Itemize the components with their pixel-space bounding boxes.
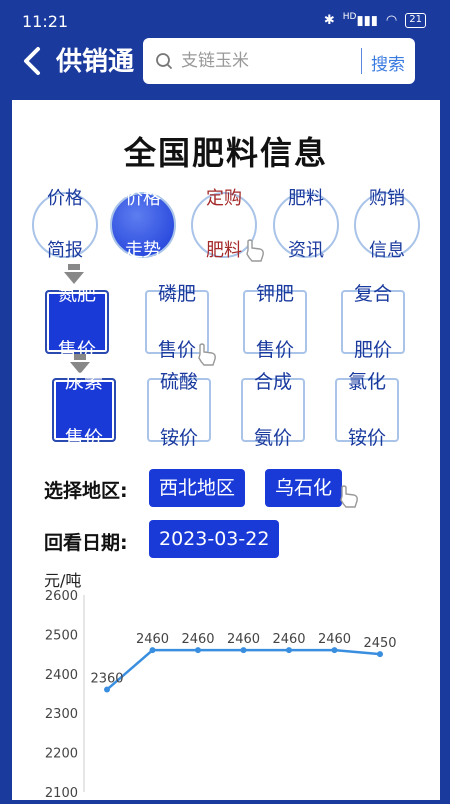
- y-axis-title: 元/吨: [44, 571, 82, 590]
- tab-line1: 价格: [125, 188, 161, 209]
- category-line2: 售价: [255, 339, 294, 361]
- category-line1: 氮肥: [57, 283, 96, 305]
- category-line2: 售价: [64, 427, 103, 449]
- data-label: 2460: [181, 632, 214, 647]
- category-line1: 磷肥: [157, 283, 196, 305]
- tab-line2: 肥料: [206, 240, 242, 261]
- search-button[interactable]: 搜索: [371, 50, 405, 75]
- category-line2: 铵价: [159, 427, 198, 449]
- category-compound[interactable]: 复合 肥价: [341, 283, 405, 361]
- y-tick-label: 2300: [45, 707, 78, 722]
- region-label: 选择地区:: [44, 480, 128, 502]
- app-header: 供销通 搜索: [0, 36, 450, 88]
- tab-line1: 肥料: [288, 188, 324, 209]
- category-line1: 尿素: [64, 371, 103, 393]
- y-tick-label: 2100: [45, 786, 78, 800]
- data-point: [149, 647, 156, 654]
- category-line2: 氨价: [253, 427, 292, 449]
- category-potash[interactable]: 钾肥 售价: [243, 283, 307, 361]
- data-label: 2460: [227, 632, 260, 647]
- y-tick-label: 2600: [45, 589, 78, 604]
- search-icon: [156, 53, 172, 69]
- signal-icon: HD▮▮▮: [342, 12, 378, 29]
- data-point: [104, 686, 110, 693]
- data-point: [240, 647, 247, 654]
- page-title: 全国肥料信息: [123, 134, 328, 172]
- region-chip-company[interactable]: 乌石化: [265, 469, 343, 507]
- tab-line2: 简报: [47, 240, 83, 261]
- chart-svg: 2600 2500 2400 2300 2200 2100 2360 2460 2460 2460…: [45, 589, 397, 801]
- series-line: [106, 648, 381, 691]
- wifi-icon: ◠: [385, 12, 398, 28]
- price-chart: 元/吨 2600 2500 2400 2300 2200 2100 2360 2460 2460…: [12, 565, 440, 801]
- app-title: 供销通: [56, 47, 135, 77]
- data-point: [286, 647, 292, 654]
- date-label: 回看日期:: [44, 532, 128, 554]
- tab-trade-info[interactable]: 购销 信息: [354, 188, 420, 261]
- hand-pointer-icon: [198, 343, 216, 366]
- category-ammonium-chloride[interactable]: 氯化 铵价: [335, 371, 399, 449]
- status-icons: ✱ HD▮▮▮ ◠ 21: [324, 12, 426, 28]
- tab-price-brief[interactable]: 价格 简报: [32, 188, 98, 261]
- category-ammonium-sulfate[interactable]: 硫酸 铵价: [147, 371, 211, 449]
- status-bar: 11:21 ✱ HD▮▮▮ ◠ 21: [0, 0, 450, 36]
- data-label: 2360: [90, 672, 123, 687]
- data-point: [195, 647, 201, 654]
- tab-line2: 信息: [369, 240, 405, 261]
- tab-line1: 定购: [206, 188, 242, 209]
- region-chip-northwest[interactable]: 西北地区: [149, 469, 246, 507]
- date-chip[interactable]: 2023-03-22: [149, 520, 280, 558]
- hand-pointer-icon: [246, 239, 264, 262]
- bluetooth-icon: ✱: [323, 12, 335, 28]
- category-line1: 钾肥: [255, 283, 294, 305]
- signal-label: HD: [342, 12, 357, 22]
- tab-fertilizer-news[interactable]: 肥料 资讯: [273, 188, 339, 261]
- data-label: 2450: [363, 636, 396, 651]
- data-point: [377, 651, 383, 658]
- search-box[interactable]: 搜索: [143, 38, 415, 84]
- back-arrow-icon[interactable]: [20, 46, 48, 76]
- tab-price-trend[interactable]: 价格 走势: [110, 188, 176, 261]
- battery-icon: 21: [405, 12, 426, 28]
- category-urea[interactable]: 尿素 售价: [52, 371, 116, 449]
- data-point: [331, 647, 338, 654]
- status-time: 11:21: [22, 12, 69, 31]
- search-divider: [361, 48, 362, 74]
- category-line1: 合成: [253, 371, 292, 393]
- tab-line1: 价格: [47, 188, 83, 209]
- battery-level: 21: [409, 13, 422, 25]
- data-label: 2460: [136, 632, 169, 647]
- y-tick-label: 2400: [45, 668, 78, 683]
- data-label: 2460: [272, 632, 305, 647]
- y-tick-label: 2500: [45, 628, 78, 643]
- tab-line1: 购销: [369, 188, 405, 209]
- y-tick-label: 2200: [45, 747, 78, 762]
- category-line1: 氯化: [347, 371, 386, 393]
- category-line2: 铵价: [347, 427, 386, 449]
- hand-pointer-icon: [340, 485, 358, 508]
- category-line2: 肥价: [353, 339, 392, 361]
- main-card: 全国肥料信息 价格 简报 价格 走势 定购 肥料 肥料 资讯 购销 信息 氮肥 售价 磷肥售…: [12, 100, 440, 801]
- category-line1: 复合: [353, 283, 392, 305]
- search-input[interactable]: [181, 48, 381, 74]
- category-synthetic-ammonia[interactable]: 合成 氨价: [241, 371, 305, 449]
- tab-line2: 资讯: [288, 240, 324, 261]
- data-label: 2460: [318, 632, 351, 647]
- tab-line2: 走势: [125, 240, 161, 261]
- category-nitrogen[interactable]: 氮肥 售价: [45, 283, 109, 361]
- category-line1: 硫酸: [159, 371, 198, 393]
